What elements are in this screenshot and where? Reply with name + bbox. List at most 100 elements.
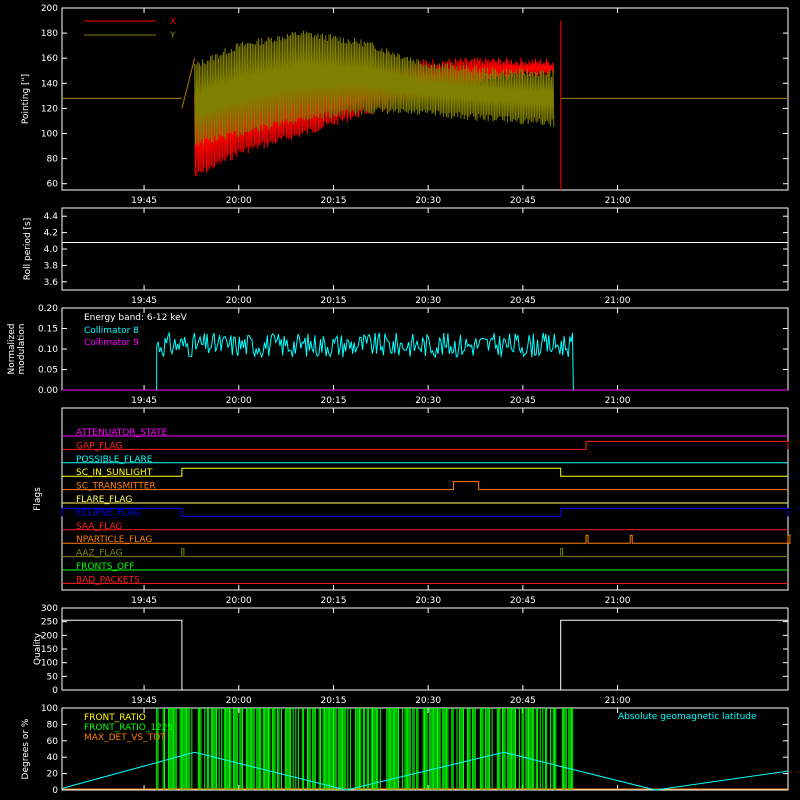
roll-xtick-label: 20:15 [320,296,346,306]
roll-ytick-label: 3.6 [44,278,59,288]
modulation-xtick-label: 21:00 [605,396,631,406]
roll-ytick-label: 4.2 [44,229,58,239]
ratio-legend-1: FRONT_RATIO_1225 [84,723,173,733]
dashboard-canvas: 19:45 20:00 20:15 20:30 20:45 21:00 60 80 100 120… [7,4,791,796]
modulation-ytick-label: 0.15 [38,325,58,335]
pointing-ytick-label: 120 [41,104,58,114]
roll-ytick-label: 4.0 [44,245,59,255]
ratio-ylabel: Degrees or % [21,718,31,779]
pointing-ytick-label: 180 [41,29,58,39]
roll-ylabel: Roll period [s] [23,218,33,280]
pointing-ytick-label: 140 [41,79,58,89]
pointing-ylabel: Pointing ["] [21,74,31,124]
flags-xtick-label: 21:00 [605,596,631,606]
roll-frame [61,207,789,291]
flag-label-sc_transmitter: SC_TRANSMITTER [76,482,156,492]
modulation-ytick-label: 0.05 [38,366,58,376]
quality-ylabel: Quality [33,632,43,665]
ratio-legend-0: FRONT_RATIO [84,713,146,723]
flag-trace-gap_flag [62,440,789,450]
quality-ytick-label: 300 [41,604,58,614]
modulation-xtick-label: 20:45 [510,396,536,406]
ratio-ytick-label: 80 [47,720,59,730]
flag-label-attenuator_state: ATTENUATOR_STATE [76,428,168,438]
quality-trace [62,619,788,691]
flag-label-nparticle_flag: NPARTICLE_FLAG [76,535,152,545]
flags-xtick-label: 20:15 [320,596,346,606]
flag-label-fronts_off: FRONTS_OFF [76,562,134,572]
pointing-ytick-label: 100 [41,130,58,140]
pointing-xtick-label: 20:45 [510,196,536,206]
flag-trace-sc_in_sunlight [62,467,788,477]
pointing-xtick-label: 20:30 [415,196,441,206]
quality-ytick-label: 0 [52,686,58,696]
modulation-ytick-label: 0.00 [38,386,58,396]
roll-xtick-label: 21:00 [605,296,631,306]
pointing-ytick-label: 160 [41,54,58,64]
flags-xtick-label: 20:30 [415,596,441,606]
flags-xtick-label: 19:45 [131,596,157,606]
flags-xtick-label: 20:00 [226,596,252,606]
flag-label-possible_flare: POSSIBLE_FLARE [76,455,153,465]
flag-label-bad_packets: BAD_PACKETS [76,575,140,585]
flag-label-gap_flag: GAP_FLAG [76,441,122,451]
quality-xtick-label: 20:00 [226,696,252,706]
modulation-energy-label: Energy band: 6-12 keV [84,313,188,323]
flag-trace-eclipse_flag [61,507,789,517]
quality-xtick-label: 19:45 [131,696,157,706]
roll-ytick-label: 3.8 [44,261,59,271]
quality-ytick-label: 200 [41,631,58,641]
flags-frame [61,407,789,591]
pointing-ytick-label: 60 [47,180,59,190]
modulation-xtick-label: 19:45 [131,396,157,406]
quality-xtick-label: 20:45 [510,696,536,706]
pointing-ytick-label: 80 [47,155,59,165]
pointing-xtick-label: 19:45 [131,196,157,206]
flag-label-aaz_flag: AAZ_FLAG [76,549,123,559]
modulation-ytick-label: 0.10 [38,345,58,355]
modulation-legend-1: Collimator 9 [84,338,139,348]
pointing-xtick-label: 20:00 [226,196,252,206]
ratio-right-label: Absolute geomagnetic latitude [618,712,757,722]
roll-xtick-label: 20:45 [510,296,536,306]
ratio-ytick-label: 40 [47,753,59,763]
ratio-ytick-label: 100 [41,704,58,714]
flags-ylabel: Flags [33,487,43,511]
quality-ytick-label: 50 [47,672,59,682]
quality-xtick-label: 21:00 [605,696,631,706]
flag-label-saa_flag: SAA_FLAG [76,522,122,532]
pointing-Y-edge [181,58,196,109]
quality-ytick-label: 250 [41,618,58,628]
ratio-ytick-label: 60 [47,737,59,747]
flag-trace-aaz_flag [62,548,788,558]
roll-xtick-label: 20:30 [415,296,441,306]
pointing-legend-label-Y: Y [169,31,176,41]
modulation-xtick-label: 20:15 [320,396,346,406]
pointing-xtick-label: 21:00 [605,196,631,206]
modulation-ytick-label: 0.20 [38,304,58,314]
roll-xtick-label: 19:45 [131,296,157,306]
modulation-collimator8-trace [156,331,574,391]
quality-xtick-label: 20:15 [320,696,346,706]
quality-ytick-label: 150 [41,645,58,655]
ratio-legend-2: MAX_DET_VS_TOT [84,733,166,743]
ratio-ytick-label: 0 [52,786,58,796]
flag-label-sc_in_sunlight: SC_IN_SUNLIGHT [76,468,153,478]
quality-ytick-label: 100 [41,659,58,669]
modulation-xtick-label: 20:30 [415,396,441,406]
modulation-ylabel-2: modulation [17,324,27,375]
flag-trace-nparticle_flag [62,534,791,544]
pointing-ytick-label: 200 [41,4,58,14]
flag-trace-sc_transmitter [62,481,788,491]
modulation-ylabel-1: Normalized [7,323,17,374]
roll-xtick-label: 20:00 [226,296,252,306]
pointing-xtick-label: 20:15 [320,196,346,206]
roll-ytick-label: 4.4 [44,212,59,222]
modulation-xtick-label: 20:00 [226,396,252,406]
pointing-Y-trace [194,30,555,146]
flag-label-flare_flag: FLARE_FLAG [76,495,132,505]
modulation-legend-0: Collimator 8 [84,326,139,336]
ratio-ytick-label: 20 [47,770,59,780]
pointing-legend-label-X: X [170,17,176,27]
flags-xtick-label: 20:45 [510,596,536,606]
